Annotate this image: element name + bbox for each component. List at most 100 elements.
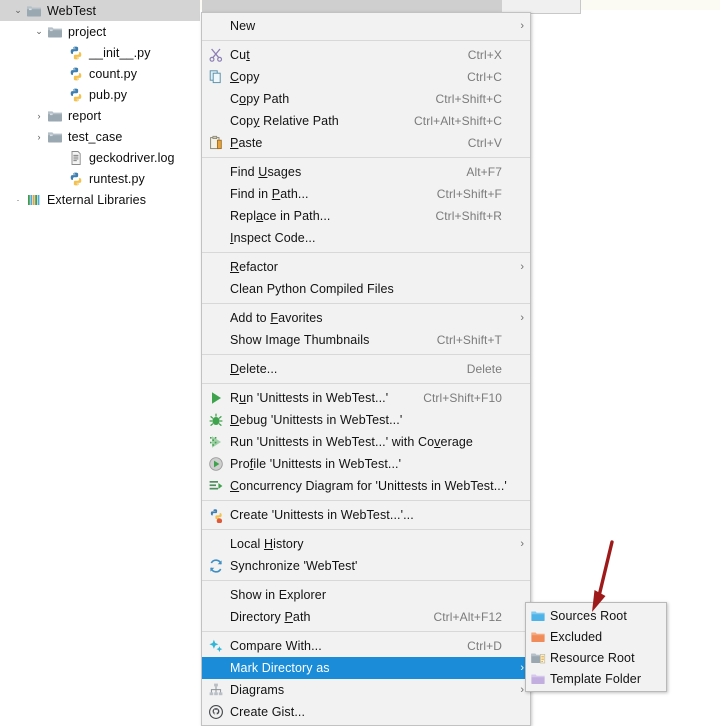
menu-item-find-in-path[interactable]: Find in Path... Ctrl+Shift+F [202,183,530,205]
menu-item-run-unittests-in-webtest[interactable]: Run 'Unittests in WebTest...' Ctrl+Shift+… [202,387,530,409]
menu-item-delete[interactable]: Delete... Delete [202,358,530,380]
menu-item-refactor[interactable]: Refactor › [202,256,530,278]
paste-icon [205,134,227,152]
project-tree-panel: ⌄ WebTest ⌄ project __init__.py count.py pub.p… [0,0,200,706]
excluded-folder-icon [526,629,550,645]
menu-item-add-to-favorites[interactable]: Add to Favorites › [202,307,530,329]
menu-item-shortcut: Ctrl+Shift+F [436,187,502,201]
chevron-right-icon: › [520,684,524,696]
menu-item-no-icon [205,90,227,108]
menu-item-concurrency-diagram-for-unittests-in-webtest[interactable]: Concurrency Diagram for 'Unittests in We… [202,475,530,497]
menu-item-label: Local History [230,537,304,551]
tree-toggle-arrow-icon[interactable]: ⌄ [31,26,47,37]
diagram-icon [205,681,227,699]
menu-separator [202,157,530,158]
menu-item-copy-relative-path[interactable]: Copy Relative Path Ctrl+Alt+Shift+C [202,110,530,132]
tree-item-label: count.py [89,66,138,81]
python-file-icon [68,171,84,187]
submenu-item-label: Resource Root [550,650,635,665]
menu-item-local-history[interactable]: Local History › [202,533,530,555]
compare-icon [205,637,227,655]
tree-item-report[interactable]: › report [0,105,200,126]
menu-item-cut[interactable]: Cut Ctrl+X [202,44,530,66]
menu-item-compare-with[interactable]: Compare With... Ctrl+D [202,635,530,657]
menu-item-label: Add to Favorites [230,311,323,325]
menu-item-inspect-code[interactable]: Inspect Code... [202,227,530,249]
tree-item-count-py[interactable]: count.py [0,63,200,84]
tree-item-label: test_case [68,129,123,144]
menu-item-label: Paste [230,136,263,150]
menu-item-debug-unittests-in-webtest[interactable]: Debug 'Unittests in WebTest...' [202,409,530,431]
menu-item-no-icon [205,586,227,604]
menu-item-no-icon [205,17,227,35]
menu-item-no-icon [205,207,227,225]
menu-item-create-gist[interactable]: Create Gist... [202,701,530,723]
menu-item-show-image-thumbnails[interactable]: Show Image Thumbnails Ctrl+Shift+T [202,329,530,351]
menu-item-copy-path[interactable]: Copy Path Ctrl+Shift+C [202,88,530,110]
tree-item-label: runtest.py [89,171,145,186]
tree-item--init-py[interactable]: __init__.py [0,42,200,63]
coverage-icon [205,433,227,451]
menu-item-diagrams[interactable]: Diagrams › [202,679,530,701]
menu-item-shortcut: Ctrl+D [467,639,502,653]
submenu-item-resource-root[interactable]: Resource Root [526,647,666,668]
tree-toggle-arrow-icon[interactable]: › [31,132,47,142]
tree-item-pub-py[interactable]: pub.py [0,84,200,105]
menu-item-shortcut: Ctrl+C [467,70,502,84]
menu-item-synchronize-webtest[interactable]: Synchronize 'WebTest' [202,555,530,577]
chevron-right-icon: › [520,312,524,324]
menu-separator [202,631,530,632]
menu-item-label: Concurrency Diagram for 'Unittests in We… [230,479,507,493]
tree-item-label: __init__.py [89,45,151,60]
log-file-icon [68,150,84,166]
menu-item-label: Show in Explorer [230,588,327,602]
menu-item-create-unittests-in-webtest[interactable]: Create 'Unittests in WebTest...'... [202,504,530,526]
menu-item-label: Replace in Path... [230,209,331,223]
menu-item-shortcut: Ctrl+Shift+R [435,209,502,223]
chevron-right-icon: › [520,662,524,674]
menu-item-no-icon [205,229,227,247]
tree-item-label: report [68,108,102,123]
tree-toggle-arrow-icon[interactable]: › [31,111,47,121]
menu-item-find-usages[interactable]: Find Usages Alt+F7 [202,161,530,183]
submenu-item-template-folder[interactable]: Template Folder [526,668,666,689]
menu-item-replace-in-path[interactable]: Replace in Path... Ctrl+Shift+R [202,205,530,227]
submenu-item-label: Sources Root [550,608,627,623]
submenu-item-excluded[interactable]: Excluded [526,626,666,647]
submenu-item-sources-root[interactable]: Sources Root [526,605,666,626]
python-file-icon [68,45,84,61]
menu-item-label: Directory Path [230,610,311,624]
menu-item-show-in-explorer[interactable]: Show in Explorer [202,584,530,606]
copy-icon [205,68,227,86]
menu-item-directory-path[interactable]: Directory Path Ctrl+Alt+F12 [202,606,530,628]
menu-item-label: Create Gist... [230,705,306,719]
menu-item-profile-unittests-in-webtest[interactable]: Profile 'Unittests in WebTest...' [202,453,530,475]
tree-item-geckodriver-log[interactable]: geckodriver.log [0,147,200,168]
menu-item-paste[interactable]: Paste Ctrl+V [202,132,530,154]
menu-item-mark-directory-as[interactable]: Mark Directory as › [202,657,530,679]
tree-item-runtest-py[interactable]: runtest.py [0,168,200,189]
folder-icon [26,3,42,19]
tree-item-external-libraries[interactable]: · External Libraries [0,189,200,210]
menu-item-no-icon [205,608,227,626]
tree-item-project[interactable]: ⌄ project [0,21,200,42]
menu-item-no-icon [205,659,227,677]
tree-item-label: pub.py [89,87,128,102]
submenu-item-label: Template Folder [550,671,642,686]
tree-toggle-arrow-icon[interactable]: ⌄ [10,5,26,16]
menu-item-label: Find in Path... [230,187,309,201]
debug-icon [205,411,227,429]
tree-item-webtest[interactable]: ⌄ WebTest [0,0,200,21]
editor-tab-active[interactable] [202,0,503,12]
tree-item-test-case[interactable]: › test_case [0,126,200,147]
tree-toggle-arrow-icon[interactable]: · [10,195,26,205]
menu-item-new[interactable]: New › [202,15,530,37]
menu-item-shortcut: Ctrl+Alt+Shift+C [414,114,502,128]
menu-item-no-icon [205,360,227,378]
menu-item-clean-python-compiled-files[interactable]: Clean Python Compiled Files [202,278,530,300]
menu-item-run-unittests-in-webtest-with-coverage[interactable]: Run 'Unittests in WebTest...' with Cover… [202,431,530,453]
menu-item-label: Find Usages [230,165,302,179]
menu-item-shortcut: Ctrl+Shift+F10 [423,391,502,405]
profile-icon [205,455,227,473]
menu-item-copy[interactable]: Copy Ctrl+C [202,66,530,88]
